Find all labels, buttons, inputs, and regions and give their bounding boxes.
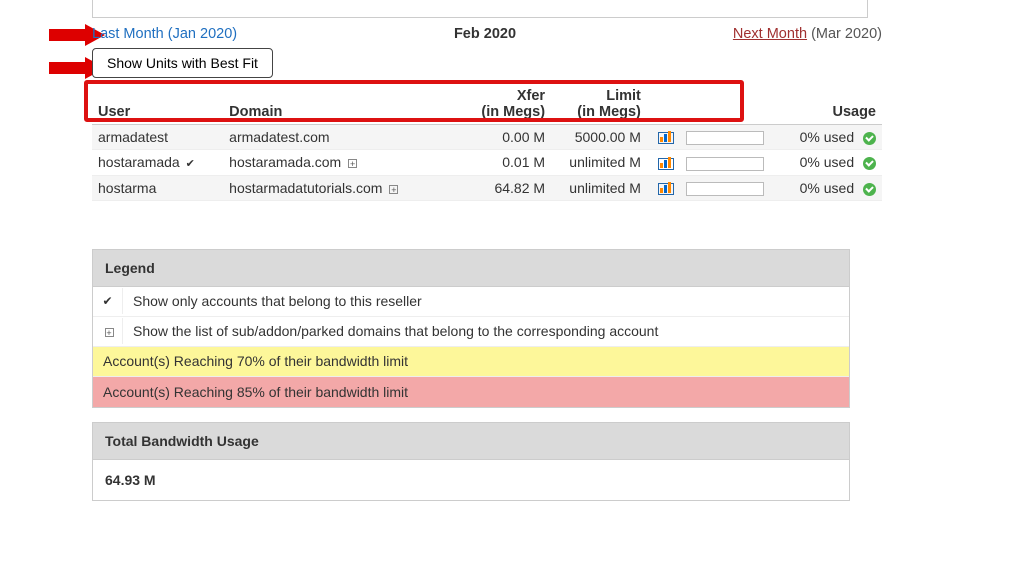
chart-link[interactable] — [647, 150, 680, 175]
limit-cell: unlimited M — [551, 150, 647, 175]
next-month-paren: (Mar 2020) — [807, 26, 882, 42]
table-row: hostarmahostarmadatutorials.com +64.82 M… — [92, 175, 882, 200]
col-limit[interactable]: Limit(in Megs) — [551, 84, 647, 125]
annotation-arrow-1 — [47, 22, 97, 44]
month-nav: Last Month (Jan 2020) Feb 2020 Next Mont… — [92, 26, 882, 42]
check-icon: ✔ — [186, 158, 195, 170]
legend-reseller-accounts: Show only accounts that belong to this r… — [123, 287, 432, 315]
plus-icon: + — [93, 318, 123, 344]
xfer-cell: 0.01 M — [455, 150, 551, 175]
limit-cell: unlimited M — [551, 175, 647, 200]
total-value: 64.93 M — [93, 460, 849, 500]
ok-icon — [863, 183, 876, 196]
table-row: armadatestarmadatest.com0.00 M5000.00 M 0… — [92, 125, 882, 150]
chart-icon — [658, 132, 674, 144]
show-units-best-fit-button[interactable]: Show Units with Best Fit — [92, 48, 273, 78]
check-icon: ✔ — [93, 288, 123, 314]
limit-cell: 5000.00 M — [551, 125, 647, 150]
total-panel: Total Bandwidth Usage 64.93 M — [92, 422, 850, 501]
chart-link[interactable] — [647, 125, 680, 150]
usage-bar — [680, 150, 771, 175]
user-cell: armadatest — [92, 125, 223, 150]
user-cell: hostarma — [92, 175, 223, 200]
xfer-cell: 0.00 M — [455, 125, 551, 150]
ok-icon — [863, 132, 876, 145]
user-cell: hostaramada ✔ — [92, 150, 223, 175]
usage-bar — [680, 175, 771, 200]
last-month-link[interactable]: Last Month (Jan 2020) — [92, 26, 237, 42]
expand-icon[interactable]: + — [348, 159, 357, 168]
chart-icon — [658, 158, 674, 170]
xfer-cell: 64.82 M — [455, 175, 551, 200]
usage-cell: 0% used — [771, 175, 882, 200]
domain-cell[interactable]: hostaramada.com + — [223, 150, 455, 175]
domain-cell[interactable]: hostarmadatutorials.com + — [223, 175, 455, 200]
legend-85pct: Account(s) Reaching 85% of their bandwid… — [93, 378, 418, 406]
domain-cell[interactable]: armadatest.com — [223, 125, 455, 150]
legend-title: Legend — [93, 250, 849, 287]
next-month-link[interactable]: Next Month — [733, 26, 807, 42]
chart-link[interactable] — [647, 175, 680, 200]
legend-70pct: Account(s) Reaching 70% of their bandwid… — [93, 347, 418, 375]
expand-icon[interactable]: + — [389, 185, 398, 194]
current-month: Feb 2020 — [454, 26, 516, 42]
annotation-arrow-2 — [47, 55, 97, 77]
col-usage[interactable]: Usage — [771, 84, 882, 125]
col-xfer[interactable]: Xfer(in Megs) — [455, 84, 551, 125]
total-title: Total Bandwidth Usage — [93, 423, 849, 460]
ok-icon — [863, 157, 876, 170]
bandwidth-table: User Domain Xfer(in Megs) Limit(in Megs)… — [92, 84, 882, 201]
chart-icon — [658, 183, 674, 195]
usage-bar — [680, 125, 771, 150]
legend-subdomains: Show the list of sub/addon/parked domain… — [123, 317, 668, 345]
col-domain[interactable]: Domain — [223, 84, 455, 125]
legend-panel: Legend ✔ Show only accounts that belong … — [92, 249, 850, 408]
top-panel-bottom — [92, 0, 868, 18]
table-row: hostaramada ✔hostaramada.com +0.01 Munli… — [92, 150, 882, 175]
usage-cell: 0% used — [771, 150, 882, 175]
usage-cell: 0% used — [771, 125, 882, 150]
col-user[interactable]: User — [92, 84, 223, 125]
